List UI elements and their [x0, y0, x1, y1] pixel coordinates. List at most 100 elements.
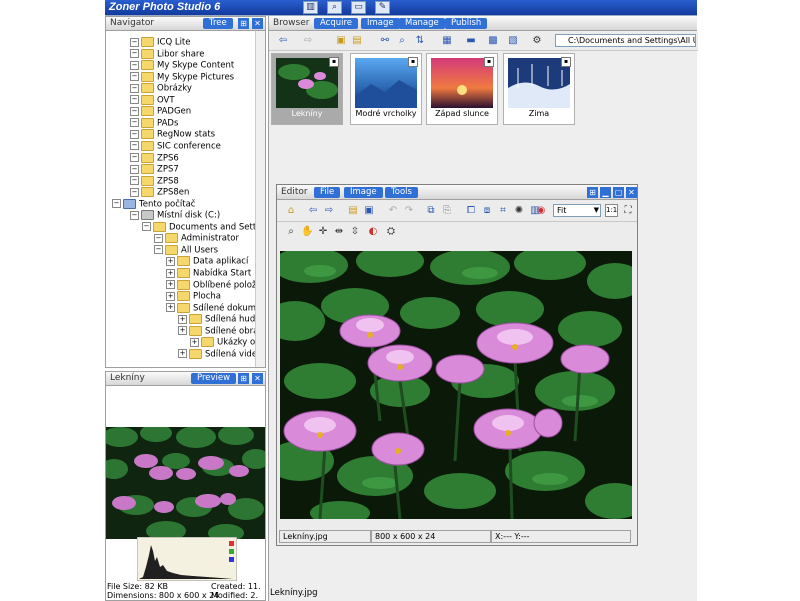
editor-tab-tools[interactable]: Tools — [385, 187, 418, 198]
tab-publish[interactable]: Publish — [445, 18, 488, 29]
tree-item[interactable]: + Oblíbené položky — [166, 279, 265, 291]
undo-icon[interactable]: ↶ — [387, 205, 399, 217]
tree-item[interactable]: − My Skype Content — [130, 60, 234, 71]
expand-icon[interactable]: − — [130, 106, 139, 116]
tree-item[interactable]: − ZPS7 — [130, 164, 179, 175]
expand-icon[interactable]: − — [130, 49, 139, 59]
expand-icon[interactable]: − — [130, 210, 139, 220]
expand-icon[interactable]: − — [154, 233, 163, 243]
grid-icon[interactable]: ▩ — [487, 35, 499, 47]
horizontal-guide-icon[interactable]: ⇹ — [333, 226, 345, 238]
thumbnail-item[interactable]: ▪ Zima — [503, 53, 575, 125]
navigator-scrollbar[interactable] — [255, 31, 265, 367]
vertical-guide-icon[interactable]: ⇳ — [349, 226, 361, 238]
path-field[interactable]: C:\Documents and Settings\All Users — [555, 34, 696, 47]
resize-icon[interactable]: ⧈ — [481, 205, 493, 217]
close-icon[interactable]: ✕ — [252, 18, 263, 29]
preview-tab[interactable]: Preview — [191, 373, 237, 384]
crosshair-icon[interactable]: ✛ — [317, 226, 329, 238]
thumbnail-item[interactable]: ▪ Modré vrcholky — [350, 53, 422, 125]
expand-icon[interactable]: − — [130, 176, 139, 186]
expand-icon[interactable]: − — [130, 164, 139, 174]
clone-stamp-icon[interactable]: ⛭ — [385, 226, 397, 238]
folder-up-icon[interactable]: ▣ — [335, 35, 347, 47]
brightness-icon[interactable]: ✺ — [513, 205, 525, 217]
expand-icon[interactable]: − — [130, 118, 139, 128]
tree-item[interactable]: − Místní disk (C:) — [130, 210, 220, 221]
expand-icon[interactable]: − — [130, 95, 139, 105]
tree-item[interactable]: + Sdílená video — [178, 348, 262, 360]
folder-icon[interactable]: ▤ — [351, 35, 363, 47]
expand-icon[interactable]: + — [178, 326, 187, 336]
tree-item[interactable]: − ICQ Lite — [130, 37, 191, 48]
tree-item[interactable]: − SIC conference — [130, 140, 221, 152]
forward-arrow-icon[interactable]: ⇨ — [302, 35, 314, 47]
tree-item[interactable]: − OVT — [130, 94, 175, 106]
save-icon[interactable]: ▣ — [363, 205, 375, 217]
tree-item[interactable]: − ZPS6 — [130, 152, 179, 164]
expand-icon[interactable]: − — [130, 83, 139, 93]
paste-icon[interactable]: ⎘ — [441, 205, 453, 217]
tree-item[interactable]: − Libor share — [130, 48, 204, 60]
expand-icon[interactable]: + — [178, 349, 187, 359]
hand-icon[interactable]: ✋ — [301, 226, 313, 238]
expand-icon[interactable]: + — [166, 291, 175, 301]
home-icon[interactable]: ⌂ — [285, 205, 297, 217]
expand-icon[interactable]: − — [112, 199, 121, 209]
view-mode-icon[interactable]: ▦ — [441, 35, 453, 47]
tab-acquire[interactable]: Acquire — [314, 18, 359, 29]
tree-item[interactable]: − RegNow stats — [130, 129, 215, 140]
tree-tab[interactable]: Tree — [203, 18, 233, 29]
tree-item[interactable]: + Nabídka Start — [166, 268, 251, 279]
tiles-icon[interactable]: ▧ — [507, 35, 519, 47]
tree-item[interactable]: + Data aplikací — [166, 256, 248, 267]
tree-item[interactable]: − All Users — [154, 244, 218, 256]
expand-icon[interactable]: − — [142, 222, 151, 232]
tree-item[interactable]: − Obrázky — [130, 83, 192, 94]
thumbnail-size-icon[interactable]: ▬ — [465, 35, 477, 47]
redo-icon[interactable]: ↷ — [403, 205, 415, 217]
copy-icon[interactable]: ⧉ — [425, 205, 437, 217]
editor-canvas[interactable] — [280, 251, 632, 519]
tree-item[interactable]: + Sdílené obrázl — [178, 325, 265, 337]
expand-icon[interactable]: − — [130, 141, 139, 151]
tree-item[interactable]: − My Skype Pictures — [130, 71, 234, 83]
tree-item[interactable]: + Plocha — [166, 291, 221, 302]
tree-item[interactable]: − Tento počítač — [112, 198, 195, 210]
zoom-select[interactable]: Fit ▼ — [553, 204, 601, 217]
expand-icon[interactable]: − — [130, 37, 139, 47]
tab-manage[interactable]: Manage — [399, 18, 445, 29]
browser-title[interactable]: Browser — [273, 18, 309, 28]
back-arrow-icon[interactable]: ⇦ — [307, 205, 319, 217]
edit-pencil-icon[interactable]: ✎ — [375, 1, 390, 14]
expand-icon[interactable]: − — [130, 72, 139, 82]
tree-item[interactable]: − PADs — [130, 117, 178, 129]
forward-arrow-icon[interactable]: ⇨ — [323, 205, 335, 217]
expand-icon[interactable]: + — [166, 256, 175, 266]
minimize-icon[interactable]: ▁ — [600, 187, 611, 198]
open-icon[interactable]: ▤ — [347, 205, 359, 217]
tree-item[interactable]: − ZPS8en — [130, 187, 189, 198]
zoom-ratio-button[interactable]: 1:1 — [605, 204, 618, 217]
expand-icon[interactable]: + — [166, 303, 175, 313]
thumbnail-item[interactable]: ▪ Lekníny — [271, 53, 343, 125]
zoom-icon[interactable]: ⌕ — [285, 226, 297, 238]
pin-icon[interactable]: ⊞ — [587, 187, 598, 198]
magnifier-icon[interactable]: ⌕ — [327, 1, 342, 14]
maximize-icon[interactable]: ▢ — [613, 187, 624, 198]
fullscreen-icon[interactable]: ⛶ — [622, 205, 634, 217]
tree-item[interactable]: − PADGen — [130, 106, 191, 117]
layout-icon[interactable]: ▥ — [303, 1, 318, 14]
expand-icon[interactable]: + — [178, 314, 187, 324]
thumbnail-item[interactable]: ▪ Západ slunce — [426, 53, 498, 125]
open-folder-icon[interactable]: ▭ — [351, 1, 366, 14]
expand-icon[interactable]: + — [166, 268, 175, 278]
expand-icon[interactable]: − — [130, 153, 139, 162]
expand-icon[interactable]: + — [190, 337, 199, 347]
tree-item[interactable]: − Administrator — [154, 233, 239, 244]
expand-icon[interactable]: − — [130, 60, 139, 70]
crop-icon[interactable]: ⌗ — [497, 205, 509, 217]
close-icon[interactable]: ✕ — [626, 187, 637, 198]
red-eye-icon[interactable]: ◐ — [367, 226, 379, 238]
editor-tab-image[interactable]: Image — [344, 187, 383, 198]
